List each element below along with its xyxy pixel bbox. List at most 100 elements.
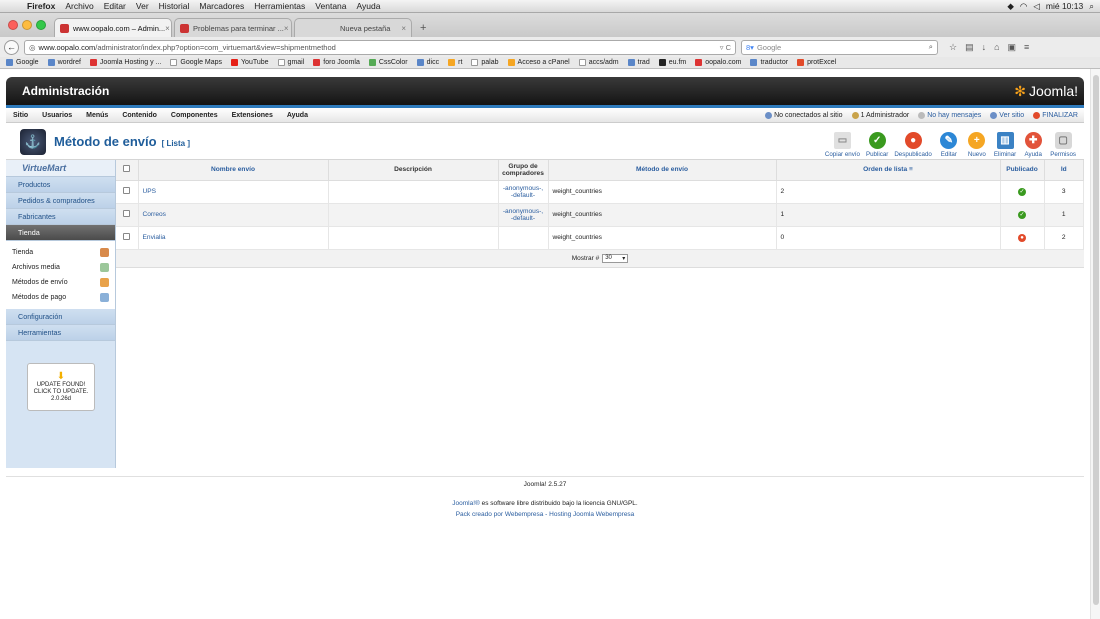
close-tab-icon[interactable]: × — [165, 24, 170, 33]
bookmark-trad[interactable]: trad — [627, 59, 650, 66]
col-metodo[interactable]: Método de envío — [548, 160, 777, 181]
scrollbar-thumb[interactable] — [1093, 75, 1099, 605]
row-checkbox[interactable] — [123, 233, 131, 240]
permissions-button[interactable]: ▢ Permisos — [1050, 131, 1076, 158]
dropbox-icon[interactable]: ◆ — [1007, 1, 1014, 12]
bookmark-cpanel[interactable]: Acceso a cPanel — [507, 59, 570, 66]
bookmark-foro-joomla[interactable]: foro Joomla — [313, 59, 360, 66]
menu-icon[interactable]: ≡ — [1024, 42, 1029, 53]
bookmark-dicc[interactable]: dicc — [416, 59, 439, 66]
delete-button[interactable]: ▥ Eliminar — [994, 131, 1016, 158]
url-bar[interactable]: ◎ www.oopalo.com /administrator/index.ph… — [24, 39, 736, 55]
spotlight-icon[interactable]: ⌕ — [1089, 1, 1094, 12]
mac-menu-editar[interactable]: Editar — [99, 1, 131, 11]
mac-menu-ayuda[interactable]: Ayuda — [352, 1, 386, 11]
sidebar-subitem-tienda[interactable]: Tienda — [6, 245, 115, 260]
shipment-name-link[interactable]: UPS — [143, 188, 157, 195]
sidebar-item-pedidos[interactable]: Pedidos & compradores — [6, 193, 115, 209]
bookmark-joomla-hosting[interactable]: Joomla Hosting y ... — [89, 59, 161, 66]
close-tab-icon[interactable]: × — [284, 24, 289, 33]
bookmark-csscolor[interactable]: CssColor — [368, 59, 408, 66]
sidebar-subitem-envio[interactable]: Métodos de envío — [6, 275, 115, 290]
bookmark-star-icon[interactable]: ☆ — [949, 42, 957, 53]
volume-icon[interactable]: ◁ — [1033, 1, 1040, 12]
minimize-window-button[interactable] — [22, 20, 32, 30]
sidebar-item-productos[interactable]: Productos — [6, 177, 115, 193]
logout-link[interactable]: FINALIZAR — [1033, 111, 1078, 119]
sidebar-item-fabricantes[interactable]: Fabricantes — [6, 209, 115, 225]
row-checkbox[interactable] — [123, 187, 131, 194]
bookmark-oopalo[interactable]: oopalo.com — [695, 59, 741, 66]
menu-ayuda[interactable]: Ayuda — [280, 112, 315, 119]
wifi-icon[interactable]: ◠ — [1020, 1, 1027, 12]
joomla-link[interactable]: Joomla!® — [452, 500, 480, 507]
new-tab-button[interactable]: + — [414, 18, 432, 37]
bookmark-protexcel[interactable]: protExcel — [797, 59, 836, 66]
shipment-name-link[interactable]: Correos — [143, 211, 166, 218]
mac-menu-herramientas[interactable]: Herramientas — [249, 1, 310, 11]
unpublish-button[interactable]: ● Despublicado — [894, 131, 932, 158]
mac-menu-historial[interactable]: Historial — [154, 1, 195, 11]
view-site-link[interactable]: Ver sitio — [990, 111, 1024, 119]
addon-icon[interactable]: ▣ — [1008, 42, 1017, 53]
menu-componentes[interactable]: Componentes — [164, 112, 225, 119]
bookmark-accs-adm[interactable]: accs/adm — [578, 59, 619, 66]
menu-menus[interactable]: Menús — [79, 112, 115, 119]
new-button[interactable]: + Nuevo — [966, 131, 988, 158]
reading-list-icon[interactable]: ▤ — [965, 42, 974, 53]
back-button[interactable]: ← — [4, 39, 19, 55]
bookmark-wordref[interactable]: wordref — [47, 59, 81, 66]
status-messages[interactable]: No hay mensajes — [918, 111, 981, 119]
limit-select[interactable]: 30 ▾ — [602, 253, 629, 263]
col-id[interactable]: Id — [1044, 160, 1084, 181]
sidebar-subitem-media[interactable]: Archivos media — [6, 260, 115, 275]
menu-contenido[interactable]: Contenido — [115, 112, 164, 119]
help-button[interactable]: ✚ Ayuda — [1022, 131, 1044, 158]
col-orden[interactable]: Orden de lista ≡ — [776, 160, 1001, 181]
tab-admin[interactable]: www.oopalo.com – Admin... × — [54, 18, 172, 37]
select-all-checkbox[interactable] — [123, 165, 131, 173]
sidebar-item-tienda[interactable]: Tienda — [6, 225, 115, 241]
bookmark-google-maps[interactable]: Google Maps — [170, 59, 222, 66]
sidebar-subitem-pago[interactable]: Métodos de pago — [6, 290, 115, 305]
publish-button[interactable]: ✓ Publicar — [866, 131, 888, 158]
row-checkbox[interactable] — [123, 210, 131, 217]
tab-nueva[interactable]: Nueva pestaña × — [294, 18, 412, 37]
bookmark-traductor[interactable]: traductor — [750, 59, 788, 66]
close-tab-icon[interactable]: × — [401, 24, 406, 33]
search-icon[interactable]: ⌕ — [929, 42, 933, 52]
bookmark-google[interactable]: Google — [6, 59, 39, 66]
close-window-button[interactable] — [8, 20, 18, 30]
home-icon[interactable]: ⌂ — [994, 42, 999, 53]
mac-menu-archivo[interactable]: Archivo — [60, 1, 98, 11]
search-input[interactable]: 8▾ Google ⌕ — [741, 39, 938, 55]
published-icon[interactable]: ✓ — [1018, 210, 1026, 219]
mac-menu-ver[interactable]: Ver — [131, 1, 154, 11]
bookmark-palab[interactable]: palab — [471, 59, 499, 66]
edit-button[interactable]: ✎ Editar — [938, 131, 960, 158]
update-notice[interactable]: ⬇ UPDATE FOUND! CLICK TO UPDATE. 2.0.26d — [27, 363, 95, 411]
menu-usuarios[interactable]: Usuarios — [35, 112, 79, 119]
mac-menu-ventana[interactable]: Ventana — [310, 1, 351, 11]
bookmark-youtube[interactable]: YouTube — [231, 59, 269, 66]
mac-menu-marcadores[interactable]: Marcadores — [194, 1, 249, 11]
mac-menu-firefox[interactable]: Firefox — [22, 1, 60, 11]
published-icon[interactable]: ✓ — [1018, 187, 1026, 196]
clock[interactable]: mié 10:13 — [1046, 1, 1083, 11]
download-icon[interactable]: ↓ — [982, 42, 987, 53]
tab-problemas[interactable]: Problemas para terminar ... × — [174, 18, 292, 37]
bookmark-eu-fm[interactable]: eu.fm — [658, 59, 686, 66]
copy-button[interactable]: ▭ Copiar envío — [825, 131, 860, 158]
menu-extensiones[interactable]: Extensiones — [225, 112, 280, 119]
reload-icon[interactable]: ▿ C — [720, 43, 731, 52]
zoom-window-button[interactable] — [36, 20, 46, 30]
shipment-name-link[interactable]: Envialia — [143, 234, 166, 241]
webempresa-link[interactable]: Pack creado por Webempresa - Hosting Joo… — [456, 511, 635, 518]
page-scrollbar[interactable] — [1090, 69, 1100, 619]
menu-sitio[interactable]: Sitio — [6, 112, 35, 119]
bookmark-rt[interactable]: rt — [448, 59, 462, 66]
col-nombre[interactable]: Nombre envío — [138, 160, 329, 181]
sidebar-item-configuracion[interactable]: Configuración — [6, 309, 115, 325]
unpublished-icon[interactable]: ● — [1018, 233, 1026, 242]
sidebar-item-herramientas[interactable]: Herramientas — [6, 325, 115, 341]
